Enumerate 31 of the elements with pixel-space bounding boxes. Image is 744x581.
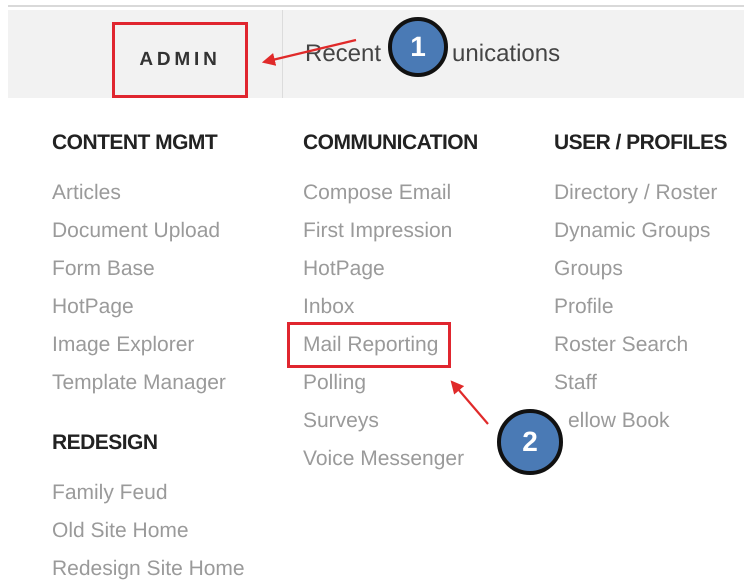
menu-link[interactable]: Roster Search — [554, 326, 688, 364]
menu-link[interactable]: Articles — [52, 174, 121, 212]
menu-link[interactable]: Old Site Home — [52, 512, 189, 550]
section-heading: CONTENT MGMT — [52, 130, 218, 156]
menu-link[interactable]: Directory / Roster — [554, 174, 718, 212]
menu-link[interactable]: First Impression — [303, 212, 452, 250]
menu-link[interactable]: Document Upload — [52, 212, 220, 250]
menu-link[interactable]: Mail Reporting — [287, 322, 452, 368]
menu-link[interactable]: ellow Book — [568, 402, 670, 440]
menu-link[interactable]: HotPage — [52, 288, 134, 326]
menu-link[interactable]: HotPage — [303, 250, 385, 288]
arrow — [450, 380, 489, 425]
nav-tab-text[interactable]: Recent — [305, 36, 382, 72]
step-badge: 2 — [497, 409, 563, 475]
menu-link[interactable]: Redesign Site Home — [52, 550, 245, 581]
nav-tab-text[interactable]: unications — [452, 36, 560, 72]
menu-link[interactable]: Staff — [554, 364, 597, 402]
menu-link[interactable]: Voice Messenger — [303, 440, 464, 478]
menu-link[interactable]: Groups — [554, 250, 623, 288]
menu-link[interactable]: Form Base — [52, 250, 155, 288]
section-heading: REDESIGN — [52, 430, 158, 456]
menu-link[interactable]: Family Feud — [52, 474, 168, 512]
section-heading: USER / PROFILES — [554, 130, 727, 156]
menu-link[interactable]: Compose Email — [303, 174, 452, 212]
section-heading: COMMUNICATION — [303, 130, 478, 156]
menu-link[interactable]: Dynamic Groups — [554, 212, 710, 250]
nav-tab[interactable]: ADMIN — [112, 22, 248, 98]
menu-link[interactable]: Profile — [554, 288, 614, 326]
menu-link[interactable]: Image Explorer — [52, 326, 194, 364]
menu-link[interactable]: Surveys — [303, 402, 379, 440]
menu-link[interactable]: Template Manager — [52, 364, 226, 402]
